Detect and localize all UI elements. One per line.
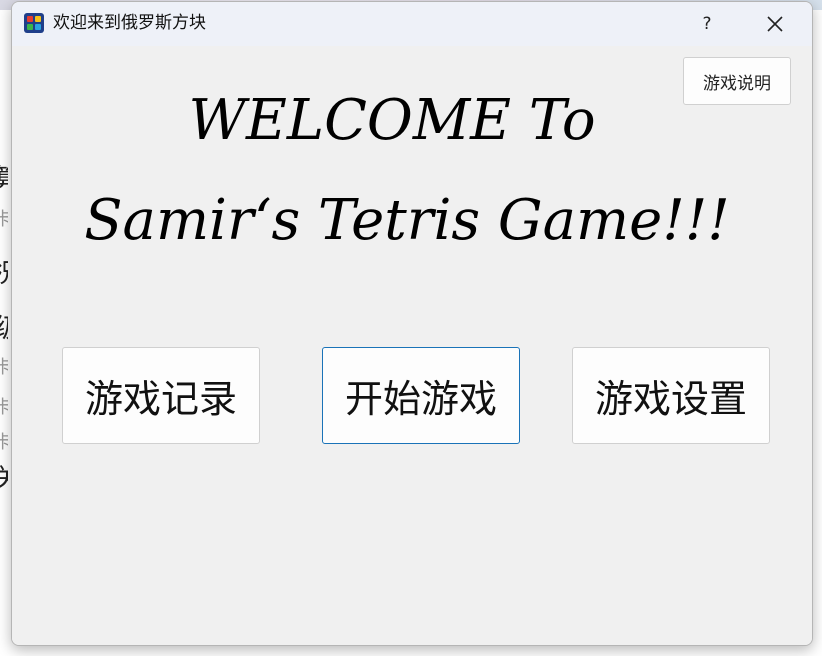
title-bar[interactable]: 欢迎来到俄罗斯方块 ? [12,2,812,46]
background-text-char: 况 [0,253,8,290]
background-text-char: 关 [0,458,8,495]
background-text-char: 卡 [0,353,8,379]
background-text-char: 卡 [0,428,8,454]
game-settings-button[interactable]: 游戏设置 [572,347,770,444]
dialog-content: 游戏说明 WELCOME To Samir‘s Tetris Game!!! 游… [12,46,812,645]
help-button[interactable]: ? [692,9,722,39]
welcome-subheading: Samir‘s Tetris Game!!! [84,188,730,253]
tetris-app-icon [24,13,44,33]
game-records-button[interactable]: 游戏记录 [62,347,260,444]
start-game-button[interactable]: 开始游戏 [322,347,520,444]
background-text-char: 卡 [0,393,8,419]
close-button[interactable] [752,6,798,42]
background-text-char: 卡 [0,205,8,231]
background-text-char: 算 [0,158,8,195]
window-title: 欢迎来到俄罗斯方块 [53,13,206,33]
background-text-char: 级 [0,308,8,345]
welcome-dialog: 欢迎来到俄罗斯方块 ? 游戏说明 WELCOME To Samir‘s Tetr… [11,1,813,646]
welcome-heading: WELCOME To [188,88,596,153]
question-mark-icon: ? [702,14,712,34]
game-instructions-button[interactable]: 游戏说明 [683,57,791,105]
close-icon [767,16,783,32]
